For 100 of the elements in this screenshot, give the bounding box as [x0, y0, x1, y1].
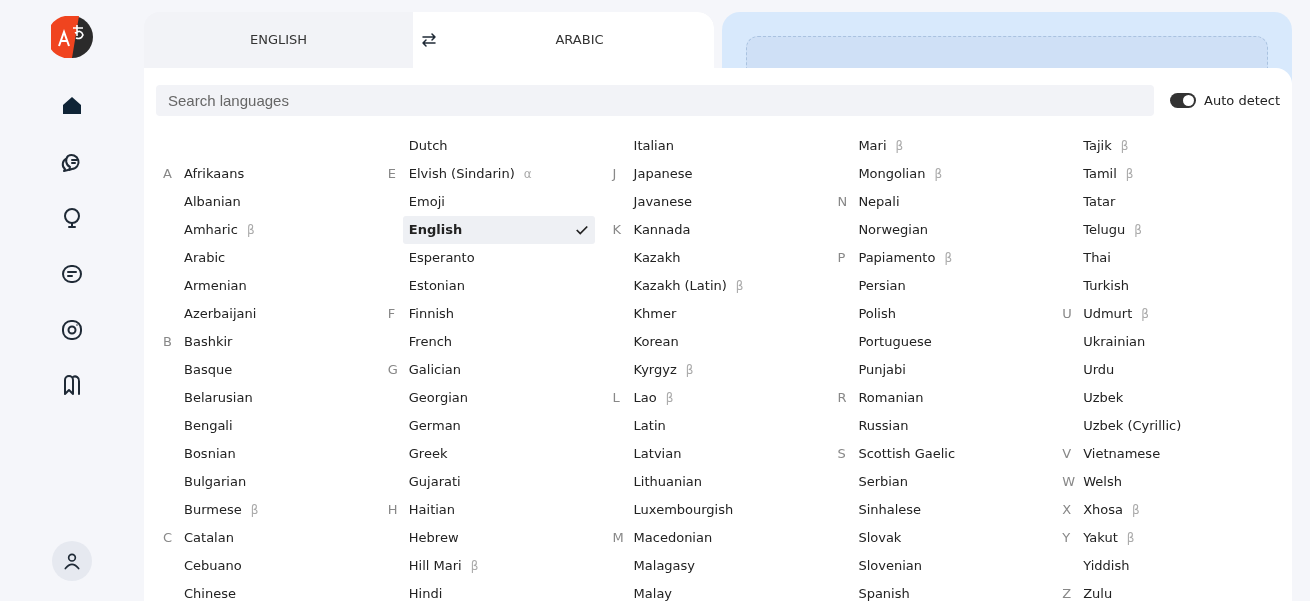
- language-option[interactable]: Xhosa β: [1077, 496, 1270, 524]
- language-option[interactable]: Georgian: [402, 384, 595, 412]
- language-option[interactable]: Polish: [852, 300, 1045, 328]
- search-field[interactable]: Search languages: [156, 85, 1155, 116]
- language-option[interactable]: Thai: [1077, 244, 1270, 272]
- language-option[interactable]: Kazakh (Latin) β: [627, 272, 820, 300]
- language-option[interactable]: Papiamento β: [852, 244, 1045, 272]
- profile-button[interactable]: [52, 541, 92, 581]
- language-option[interactable]: Portuguese: [852, 328, 1045, 356]
- language-option[interactable]: Hill Mari β: [402, 552, 595, 580]
- language-name: Persian: [858, 277, 906, 296]
- message-icon[interactable]: [60, 262, 84, 286]
- language-option[interactable]: Catalan: [178, 524, 370, 552]
- language-option[interactable]: Lao β: [627, 384, 820, 412]
- language-option[interactable]: Scottish Gaelic: [852, 440, 1045, 468]
- language-option[interactable]: Tajik β: [1077, 132, 1270, 160]
- language-option[interactable]: Zulu: [1077, 580, 1270, 601]
- language-option[interactable]: German: [402, 412, 595, 440]
- language-option[interactable]: Amharic β: [178, 216, 370, 244]
- language-option[interactable]: Nepali: [852, 188, 1045, 216]
- language-option[interactable]: Haitian: [402, 496, 595, 524]
- language-option[interactable]: Gujarati: [402, 468, 595, 496]
- language-option[interactable]: Hebrew: [402, 524, 595, 552]
- language-option[interactable]: Bashkir: [178, 328, 370, 356]
- language-option[interactable]: Javanese: [627, 188, 820, 216]
- language-option[interactable]: Esperanto: [402, 244, 595, 272]
- language-option[interactable]: Luxembourgish: [627, 496, 820, 524]
- language-option[interactable]: Mari β: [852, 132, 1045, 160]
- language-option[interactable]: English: [402, 216, 595, 244]
- language-option[interactable]: Khmer: [627, 300, 820, 328]
- language-option[interactable]: Malagasy: [627, 552, 820, 580]
- language-option[interactable]: Japanese: [627, 160, 820, 188]
- language-name: English: [408, 221, 463, 240]
- language-option[interactable]: Albanian: [178, 188, 370, 216]
- language-option[interactable]: Estonian: [402, 272, 595, 300]
- language-option[interactable]: Yakut β: [1077, 524, 1270, 552]
- language-option[interactable]: French: [402, 328, 595, 356]
- language-option[interactable]: Latvian: [627, 440, 820, 468]
- language-option[interactable]: Udmurt β: [1077, 300, 1270, 328]
- language-option[interactable]: Turkish: [1077, 272, 1270, 300]
- language-option[interactable]: Arabic: [178, 244, 370, 272]
- camera-icon[interactable]: [60, 318, 84, 342]
- language-name: Amharic: [184, 221, 238, 240]
- language-option[interactable]: Urdu: [1077, 356, 1270, 384]
- language-option[interactable]: Vietnamese: [1077, 440, 1270, 468]
- language-option[interactable]: Uzbek (Cyrillic): [1077, 412, 1270, 440]
- language-option[interactable]: Uzbek: [1077, 384, 1270, 412]
- language-option[interactable]: Persian: [852, 272, 1045, 300]
- stage-tag: β: [665, 389, 674, 407]
- language-option[interactable]: Elvish (Sindarin) α: [402, 160, 595, 188]
- language-option[interactable]: Mongolian β: [852, 160, 1045, 188]
- language-option[interactable]: Emoji: [402, 188, 595, 216]
- index-letter: X: [1061, 501, 1073, 520]
- language-name: Sinhalese: [858, 501, 922, 520]
- language-option[interactable]: Azerbaijani: [178, 300, 370, 328]
- language-option[interactable]: Chinese: [178, 580, 370, 601]
- language-option[interactable]: Serbian: [852, 468, 1045, 496]
- language-option[interactable]: Tatar: [1077, 188, 1270, 216]
- language-option[interactable]: Korean: [627, 328, 820, 356]
- language-option[interactable]: Kazakh: [627, 244, 820, 272]
- language-option[interactable]: Basque: [178, 356, 370, 384]
- language-option[interactable]: Galician: [402, 356, 595, 384]
- language-option[interactable]: Cebuano: [178, 552, 370, 580]
- language-option[interactable]: Russian: [852, 412, 1045, 440]
- language-option[interactable]: Belarusian: [178, 384, 370, 412]
- index-letter: L: [611, 389, 621, 408]
- language-option[interactable]: Bengali: [178, 412, 370, 440]
- language-option[interactable]: Sinhalese: [852, 496, 1045, 524]
- language-option[interactable]: Norwegian: [852, 216, 1045, 244]
- language-option[interactable]: Kyrgyz β: [627, 356, 820, 384]
- language-option[interactable]: Hindi: [402, 580, 595, 601]
- language-name: Greek: [408, 445, 448, 464]
- language-option[interactable]: Romanian: [852, 384, 1045, 412]
- language-option[interactable]: Spanish: [852, 580, 1045, 601]
- language-option[interactable]: Bulgarian: [178, 468, 370, 496]
- language-option[interactable]: Kannada: [627, 216, 820, 244]
- language-option[interactable]: Telugu β: [1077, 216, 1270, 244]
- language-option[interactable]: Finnish: [402, 300, 595, 328]
- language-option[interactable]: Yiddish: [1077, 552, 1270, 580]
- language-option[interactable]: Bosnian: [178, 440, 370, 468]
- language-option[interactable]: Macedonian: [627, 524, 820, 552]
- language-option[interactable]: Tamil β: [1077, 160, 1270, 188]
- language-option[interactable]: Dutch: [402, 132, 595, 160]
- language-option[interactable]: Italian: [627, 132, 820, 160]
- language-option[interactable]: Armenian: [178, 272, 370, 300]
- language-option[interactable]: Punjabi: [852, 356, 1045, 384]
- language-option[interactable]: Lithuanian: [627, 468, 820, 496]
- language-option[interactable]: Greek: [402, 440, 595, 468]
- language-name: Khmer: [633, 305, 677, 324]
- language-option[interactable]: Burmese β: [178, 496, 370, 524]
- language-option[interactable]: Ukrainian: [1077, 328, 1270, 356]
- language-option[interactable]: Slovak: [852, 524, 1045, 552]
- language-option[interactable]: Welsh: [1077, 468, 1270, 496]
- language-option[interactable]: Slovenian: [852, 552, 1045, 580]
- language-name: Haitian: [408, 501, 456, 520]
- language-option[interactable]: Latin: [627, 412, 820, 440]
- language-option[interactable]: Afrikaans: [178, 160, 370, 188]
- language-tab[interactable]: ARABIC: [445, 12, 714, 68]
- auto-detect-toggle[interactable]: [1170, 93, 1197, 108]
- language-option[interactable]: Malay: [627, 580, 820, 601]
